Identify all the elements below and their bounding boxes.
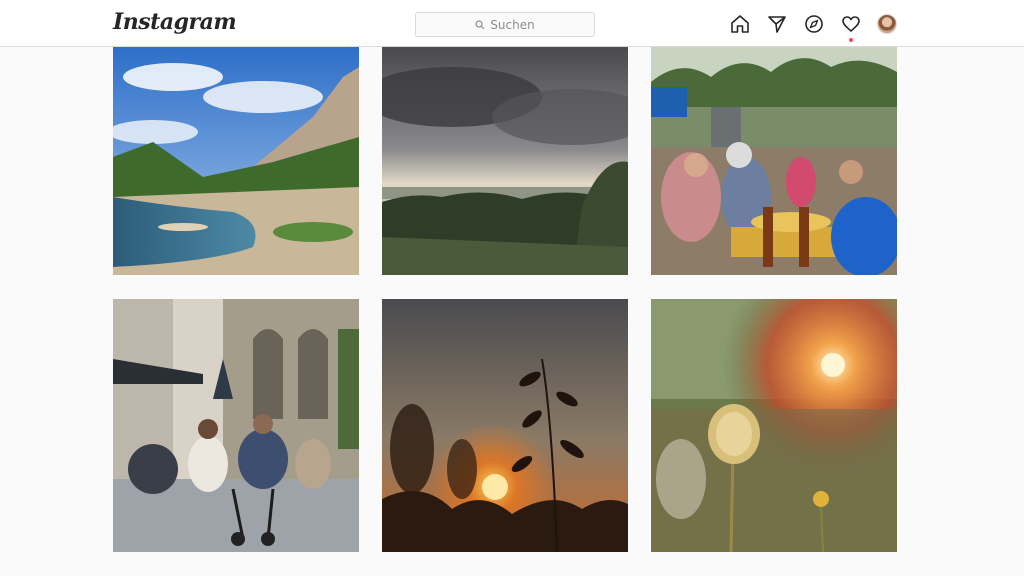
- thistle-sun-image: [651, 299, 897, 552]
- post-stormy-sky[interactable]: [382, 47, 628, 275]
- stormy-sky-image: [382, 47, 628, 275]
- cafe-street-image: [113, 299, 359, 552]
- profile-avatar[interactable]: [877, 14, 897, 34]
- search-placeholder: Suchen: [490, 17, 535, 32]
- river-gorge-image: [113, 47, 359, 275]
- sunset-grass-image: [382, 299, 628, 552]
- direct-message-icon[interactable]: [766, 13, 788, 35]
- explore-compass-icon[interactable]: [803, 13, 825, 35]
- post-river-gorge[interactable]: [113, 47, 359, 275]
- instagram-logo[interactable]: Instagram: [113, 9, 237, 35]
- post-thistle-sun[interactable]: [651, 299, 897, 552]
- post-cafe-street[interactable]: [113, 299, 359, 552]
- search-input[interactable]: Suchen: [415, 12, 595, 37]
- top-navigation-bar: Instagram Suchen: [0, 0, 1024, 47]
- search-icon: [475, 19, 485, 29]
- notification-dot: [849, 38, 853, 42]
- activity-heart-icon[interactable]: [840, 13, 862, 35]
- home-icon[interactable]: [729, 13, 751, 35]
- post-sunset-grass[interactable]: [382, 299, 628, 552]
- market-stall-image: [651, 47, 897, 275]
- post-market[interactable]: [651, 47, 897, 275]
